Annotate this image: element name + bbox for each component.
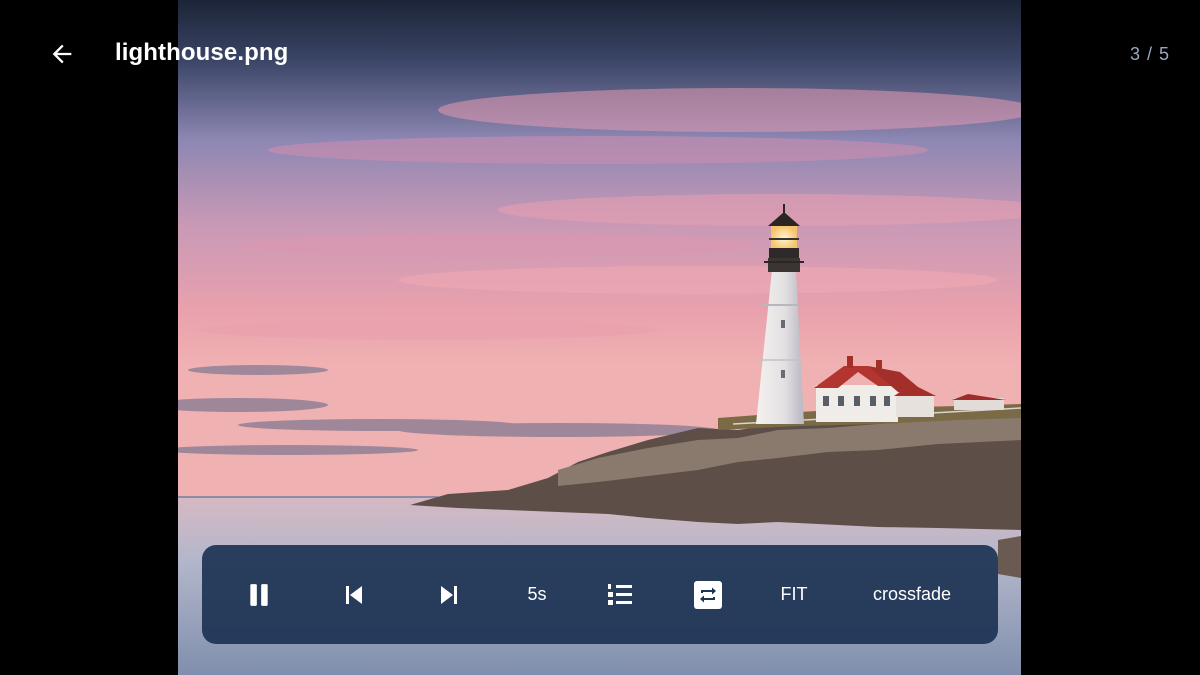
previous-button[interactable] (324, 545, 384, 644)
transition-button[interactable]: crossfade (857, 545, 967, 644)
arrow-left-icon (52, 44, 72, 64)
image-counter: 3 / 5 (1129, 44, 1170, 64)
pause-button[interactable] (229, 545, 289, 644)
numbered-list-icon (608, 583, 632, 605)
pause-icon (250, 583, 268, 606)
next-button[interactable] (419, 545, 479, 644)
header-bar: lighthouse.png 3 / 5 (0, 0, 1200, 110)
skip-previous-icon (346, 585, 362, 604)
repeat-toggle[interactable] (678, 545, 738, 644)
repeat-icon (694, 580, 722, 609)
slideshow-controls: 5s FIT crossfade (202, 545, 998, 644)
back-button[interactable] (38, 30, 86, 78)
order-button[interactable] (590, 545, 650, 644)
interval-button[interactable]: 5s (507, 545, 567, 644)
skip-next-icon (441, 585, 457, 604)
scale-mode-button[interactable]: FIT (764, 545, 824, 644)
file-name-title: lighthouse.png (115, 39, 289, 66)
